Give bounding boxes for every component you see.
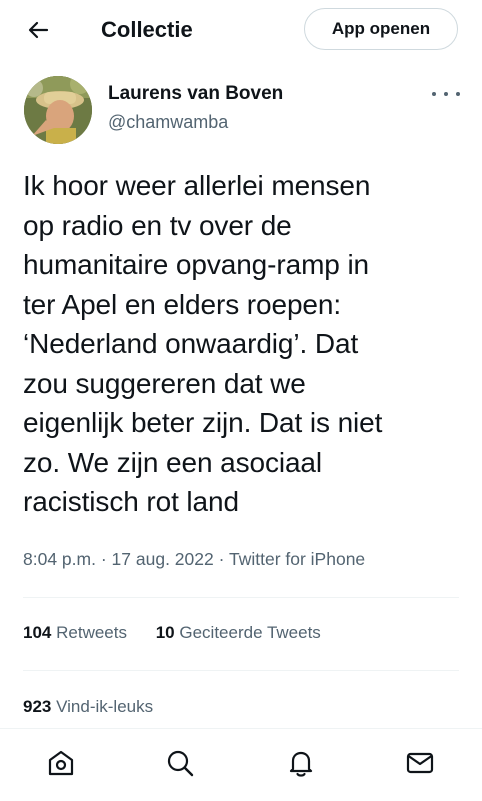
quotes-count: 10 xyxy=(155,623,175,642)
nav-notifications[interactable] xyxy=(281,743,321,783)
notifications-icon xyxy=(289,751,313,777)
tweet-source[interactable]: Twitter for iPhone xyxy=(229,549,365,569)
search-icon xyxy=(167,750,194,777)
more-options-button[interactable] xyxy=(432,86,460,102)
tweet-meta: 8:04 p.m. · 17 aug. 2022 · Twitter for i… xyxy=(23,546,365,572)
retweets-count: 104 xyxy=(23,623,52,642)
page-title: Collectie xyxy=(101,17,193,42)
nav-messages[interactable] xyxy=(400,743,440,783)
quotes-label: Geciteerde Tweets xyxy=(179,623,321,642)
stats-row: 104 Retweets 10 Geciteerde Tweets xyxy=(23,620,321,646)
arrow-left-icon xyxy=(28,21,49,39)
divider xyxy=(23,670,459,671)
likes-count: 923 xyxy=(23,697,52,716)
tweet-date[interactable]: 17 aug. 2022 xyxy=(112,549,214,569)
author-name[interactable]: Laurens van Boven xyxy=(108,81,283,107)
quotes-stat[interactable]: 10 Geciteerde Tweets xyxy=(156,620,321,646)
back-button[interactable] xyxy=(22,14,54,46)
author-handle[interactable]: @chamwamba xyxy=(108,109,228,135)
likes-row: 923 Vind-ik-leuks xyxy=(23,694,153,720)
nav-search[interactable] xyxy=(160,743,200,783)
ellipsis-icon xyxy=(432,92,436,96)
avatar-image xyxy=(24,76,92,144)
tweet-time[interactable]: 8:04 p.m. xyxy=(23,549,96,569)
nav-home[interactable] xyxy=(41,743,81,783)
bottom-nav xyxy=(0,728,482,801)
top-bar: Collectie App openen xyxy=(0,0,482,60)
retweets-stat[interactable]: 104 Retweets xyxy=(23,620,127,646)
messages-icon xyxy=(406,752,434,774)
likes-stat[interactable]: 923 Vind-ik-leuks xyxy=(23,694,153,720)
meta-separator: · xyxy=(100,549,107,569)
home-icon xyxy=(48,750,74,776)
open-app-button[interactable]: App openen xyxy=(304,8,458,50)
ellipsis-icon-dot xyxy=(444,92,448,96)
likes-label: Vind-ik-leuks xyxy=(56,697,154,716)
tweet-text: Ik hoor weer allerlei mensen op radio en… xyxy=(23,170,383,517)
avatar[interactable] xyxy=(24,76,92,144)
ellipsis-icon-dot xyxy=(456,92,460,96)
retweets-label: Retweets xyxy=(56,623,127,642)
meta-separator: · xyxy=(218,549,225,569)
divider xyxy=(23,597,459,598)
